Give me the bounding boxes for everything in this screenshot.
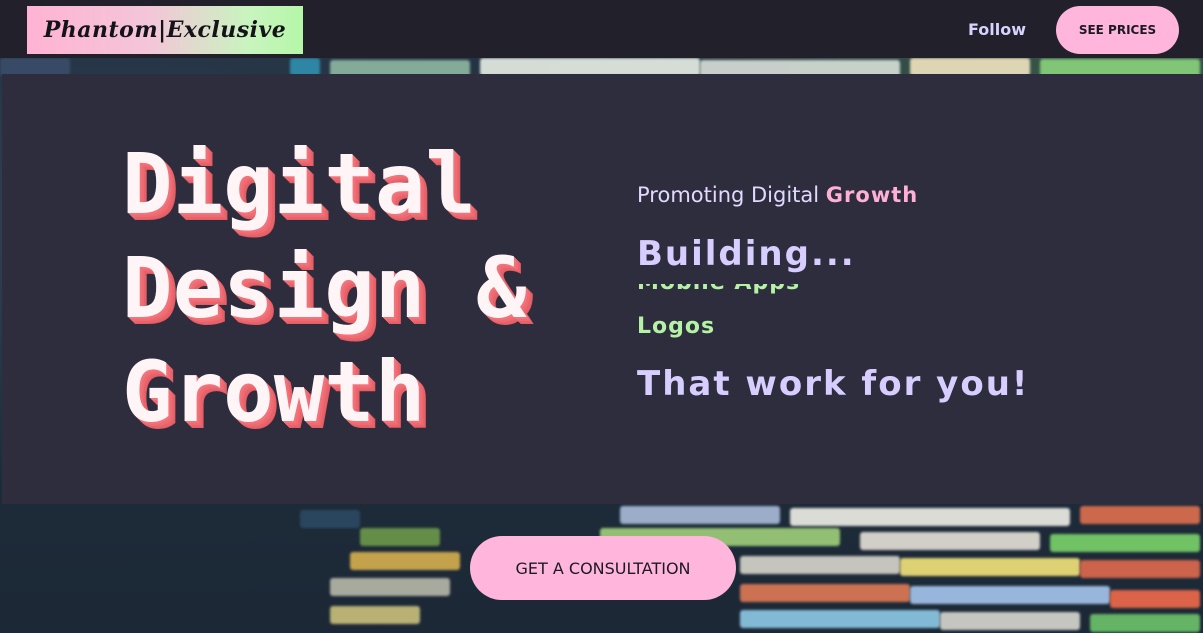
rotating-services: Mobile Apps Logos [637, 284, 937, 340]
brand-logo[interactable]: Phantom|Exclusive [27, 6, 303, 54]
hero-panel: Digital Design & Growth Promoting Digita… [2, 74, 1203, 504]
follow-link[interactable]: Follow [968, 20, 1026, 39]
hero-title: Digital Design & Growth [122, 135, 527, 441]
get-consultation-button[interactable]: GET A CONSULTATION [470, 536, 736, 600]
top-navbar: Phantom|Exclusive Follow SEE PRICES [0, 0, 1203, 58]
tagline-accent: Growth [825, 183, 919, 207]
see-prices-button[interactable]: SEE PRICES [1056, 6, 1179, 54]
rotating-item: Mobile Apps [637, 284, 800, 295]
rotating-item: Logos [637, 314, 716, 339]
hero-tagline: Promoting Digital Growth [637, 183, 918, 207]
tagline-text: Promoting Digital [637, 183, 826, 207]
closing-heading: That work for you! [637, 364, 1030, 404]
building-heading: Building... [637, 234, 856, 274]
